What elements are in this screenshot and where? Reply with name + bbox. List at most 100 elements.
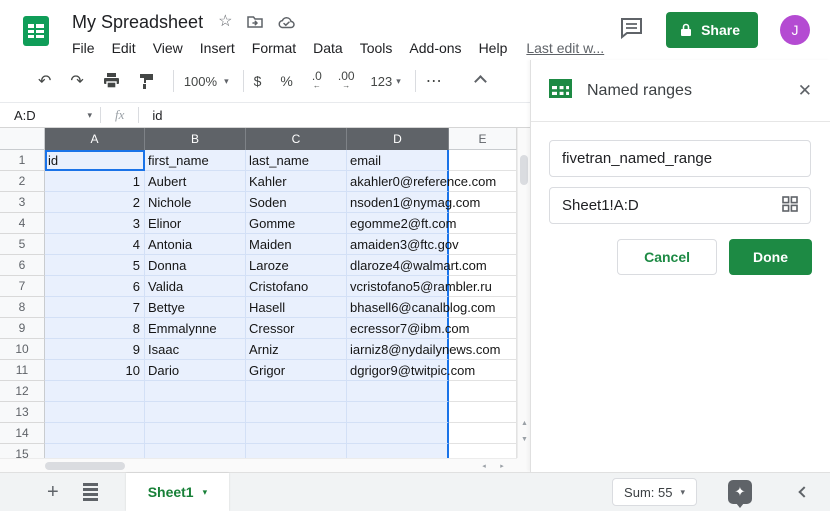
- cell-A8[interactable]: 7: [45, 297, 145, 318]
- cell-E15[interactable]: [449, 444, 517, 458]
- row-header-3[interactable]: 3: [0, 192, 45, 213]
- cell-A14[interactable]: [45, 423, 145, 444]
- column-header-D[interactable]: D: [347, 128, 449, 150]
- cell-A9[interactable]: 8: [45, 318, 145, 339]
- cell-C8[interactable]: Hasell: [246, 297, 347, 318]
- row-header-15[interactable]: 15: [0, 444, 45, 458]
- cell-E13[interactable]: [449, 402, 517, 423]
- cell-C10[interactable]: Arniz: [246, 339, 347, 360]
- cell-B14[interactable]: [145, 423, 246, 444]
- add-sheet-icon[interactable]: +: [47, 481, 59, 504]
- menu-view[interactable]: View: [153, 40, 183, 56]
- cell-D5[interactable]: amaiden3@ftc.gov: [347, 234, 449, 255]
- cell-A7[interactable]: 6: [45, 276, 145, 297]
- print-icon[interactable]: [103, 73, 120, 89]
- cell-A2[interactable]: 1: [45, 171, 145, 192]
- close-icon[interactable]: ✕: [798, 82, 812, 99]
- cell-D11[interactable]: dgrigor9@twitpic.com: [347, 360, 449, 381]
- menu-edit[interactable]: Edit: [112, 40, 136, 56]
- cell-C2[interactable]: Kahler: [246, 171, 347, 192]
- cell-B11[interactable]: Dario: [145, 360, 246, 381]
- row-header-13[interactable]: 13: [0, 402, 45, 423]
- range-name-input[interactable]: [562, 150, 798, 167]
- sheet-tab[interactable]: Sheet1 ▾: [126, 473, 229, 511]
- cell-B3[interactable]: Nichole: [145, 192, 246, 213]
- increase-decimal-button[interactable]: .00 →: [338, 71, 355, 91]
- row-header-10[interactable]: 10: [0, 339, 45, 360]
- explore-icon[interactable]: ✦: [728, 480, 752, 504]
- document-title[interactable]: My Spreadsheet: [72, 12, 203, 33]
- last-edit-link[interactable]: Last edit w...: [526, 40, 604, 56]
- vertical-scrollbar[interactable]: ▲ ▼: [517, 128, 530, 458]
- cell-B5[interactable]: Antonia: [145, 234, 246, 255]
- collapse-toolbar-icon[interactable]: [474, 75, 487, 88]
- row-header-1[interactable]: 1: [0, 150, 45, 171]
- cloud-saved-icon[interactable]: [278, 16, 295, 29]
- column-header-E[interactable]: E: [449, 128, 517, 150]
- cell-C12[interactable]: [246, 381, 347, 402]
- all-sheets-icon[interactable]: [83, 483, 98, 501]
- cell-D12[interactable]: [347, 381, 449, 402]
- redo-icon[interactable]: ↷: [70, 71, 83, 91]
- cell-A3[interactable]: 2: [45, 192, 145, 213]
- cell-C4[interactable]: Gomme: [246, 213, 347, 234]
- cell-B12[interactable]: [145, 381, 246, 402]
- row-header-4[interactable]: 4: [0, 213, 45, 234]
- collapse-panel-icon[interactable]: [798, 486, 809, 497]
- share-button[interactable]: Share: [666, 12, 758, 48]
- zoom-control[interactable]: 100% ▾: [184, 74, 229, 89]
- cell-E1[interactable]: [449, 150, 517, 171]
- row-header-11[interactable]: 11: [0, 360, 45, 381]
- cell-E14[interactable]: [449, 423, 517, 444]
- format-currency-button[interactable]: $: [254, 73, 262, 89]
- done-button[interactable]: Done: [729, 239, 812, 275]
- cell-C11[interactable]: Grigor: [246, 360, 347, 381]
- row-header-8[interactable]: 8: [0, 297, 45, 318]
- row-header-7[interactable]: 7: [0, 276, 45, 297]
- cell-D14[interactable]: [347, 423, 449, 444]
- cell-B2[interactable]: Aubert: [145, 171, 246, 192]
- more-toolbar-icon[interactable]: ⋯: [426, 71, 443, 91]
- cell-D1[interactable]: email: [347, 150, 449, 171]
- vertical-scrollbar-thumb[interactable]: [520, 155, 528, 185]
- paint-format-icon[interactable]: [139, 73, 154, 89]
- scroll-left-icon[interactable]: ◂: [477, 459, 491, 473]
- row-header-6[interactable]: 6: [0, 255, 45, 276]
- cell-C3[interactable]: Soden: [246, 192, 347, 213]
- cell-D9[interactable]: ecressor7@ibm.com: [347, 318, 449, 339]
- cell-B13[interactable]: [145, 402, 246, 423]
- menu-insert[interactable]: Insert: [200, 40, 235, 56]
- cell-B10[interactable]: Isaac: [145, 339, 246, 360]
- cell-B6[interactable]: Donna: [145, 255, 246, 276]
- sum-indicator[interactable]: Sum: 55 ▾: [612, 478, 697, 506]
- cell-C7[interactable]: Cristofano: [246, 276, 347, 297]
- cell-C6[interactable]: Laroze: [246, 255, 347, 276]
- name-box[interactable]: A:D ▾: [0, 103, 100, 127]
- cell-C1[interactable]: last_name: [246, 150, 347, 171]
- cell-B8[interactable]: Bettye: [145, 297, 246, 318]
- cell-D7[interactable]: vcristofano5@rambler.ru: [347, 276, 449, 297]
- cell-D6[interactable]: dlaroze4@walmart.com: [347, 255, 449, 276]
- cell-E12[interactable]: [449, 381, 517, 402]
- cell-A4[interactable]: 3: [45, 213, 145, 234]
- column-header-B[interactable]: B: [145, 128, 246, 150]
- cell-C13[interactable]: [246, 402, 347, 423]
- select-data-range-icon[interactable]: [782, 196, 798, 216]
- cell-D15[interactable]: [347, 444, 449, 458]
- cell-B1[interactable]: first_name: [145, 150, 246, 171]
- cell-E5[interactable]: [449, 234, 517, 255]
- cell-D10[interactable]: iarniz8@nydailynews.com: [347, 339, 449, 360]
- format-percent-button[interactable]: %: [280, 73, 292, 89]
- column-header-C[interactable]: C: [246, 128, 347, 150]
- cell-A10[interactable]: 9: [45, 339, 145, 360]
- menu-format[interactable]: Format: [252, 40, 296, 56]
- undo-icon[interactable]: ↶: [38, 71, 51, 91]
- cell-B4[interactable]: Elinor: [145, 213, 246, 234]
- horizontal-scrollbar[interactable]: ◂ ▸: [0, 458, 517, 472]
- cancel-button[interactable]: Cancel: [617, 239, 717, 275]
- cell-C15[interactable]: [246, 444, 347, 458]
- row-header-12[interactable]: 12: [0, 381, 45, 402]
- menu-help[interactable]: Help: [479, 40, 508, 56]
- cell-C5[interactable]: Maiden: [246, 234, 347, 255]
- number-format-menu[interactable]: 123 ▾: [371, 74, 401, 89]
